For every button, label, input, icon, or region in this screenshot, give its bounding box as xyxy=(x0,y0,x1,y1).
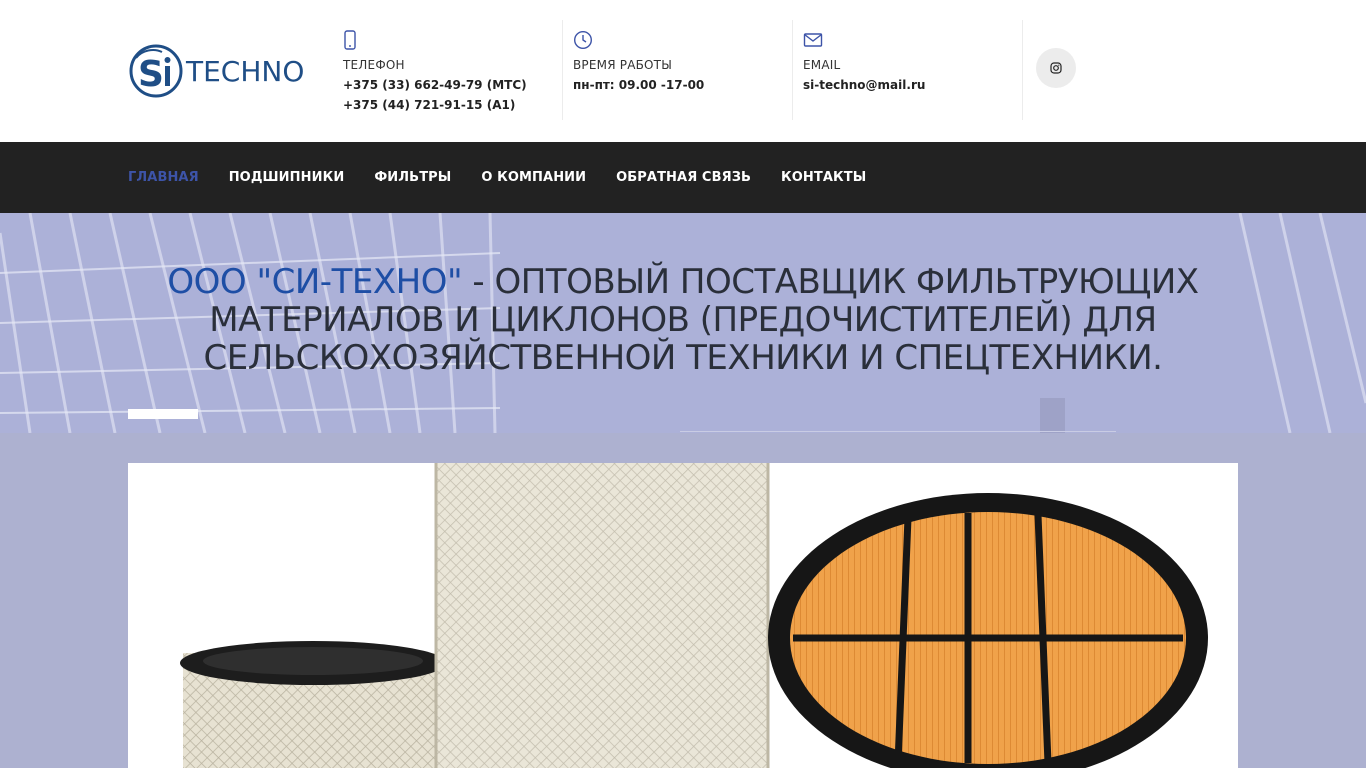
clock-icon xyxy=(573,30,593,50)
hero-title: ООО "СИ-ТЕХНО" - ОПТОВЫЙ ПОСТАВЩИК ФИЛЬТ… xyxy=(150,263,1216,377)
email-label: EMAIL xyxy=(803,58,841,72)
nav-item-feedback[interactable]: ОБРАТНАЯ СВЯЗЬ xyxy=(616,170,751,185)
hero-divider xyxy=(680,431,1116,432)
phone-label: ТЕЛЕФОН xyxy=(343,58,405,72)
phone-icon xyxy=(344,30,356,50)
logo-text: TECHNO xyxy=(186,54,305,88)
svg-text:S: S xyxy=(138,54,164,95)
phone-number-1[interactable]: +375 (33) 662-49-79 (МТС) xyxy=(343,78,562,92)
main-nav: ГЛАВНАЯ ПОДШИПНИКИ ФИЛЬТРЫ О КОМПАНИИ ОБ… xyxy=(0,142,1366,213)
nav-item-filters[interactable]: ФИЛЬТРЫ xyxy=(374,170,451,185)
hours-label: ВРЕМЯ РАБОТЫ xyxy=(573,58,672,72)
logo-mark-icon: S xyxy=(129,44,183,98)
site-logo[interactable]: S TECHNO xyxy=(128,40,318,102)
hero-banner: ООО "СИ-ТЕХНО" - ОПТОВЫЙ ПОСТАВЩИК ФИЛЬТ… xyxy=(0,213,1366,433)
instagram-button[interactable] xyxy=(1036,48,1076,88)
nav-item-about[interactable]: О КОМПАНИИ xyxy=(481,170,586,185)
nav-item-contacts[interactable]: КОНТАКТЫ xyxy=(781,170,866,185)
air-filters-photo xyxy=(128,463,1238,768)
email-block: EMAIL si-techno@mail.ru xyxy=(803,20,1023,120)
hero-accent-bar xyxy=(128,409,198,419)
hero-brand-name: ООО "СИ-ТЕХНО" xyxy=(167,262,463,302)
nav-item-bearings[interactable]: ПОДШИПНИКИ xyxy=(229,170,345,185)
site-header: S TECHNO ТЕЛЕФОН +375 (33) 662-49-79 (МТ… xyxy=(0,0,1366,142)
nav-list: ГЛАВНАЯ ПОДШИПНИКИ ФИЛЬТРЫ О КОМПАНИИ ОБ… xyxy=(128,142,896,213)
email-link[interactable]: si-techno@mail.ru xyxy=(803,78,1022,92)
hours-value: пн-пт: 09.00 -17-00 xyxy=(573,78,705,92)
product-image xyxy=(128,463,1238,768)
instagram-icon xyxy=(1050,62,1062,74)
nav-item-home[interactable]: ГЛАВНАЯ xyxy=(128,170,199,185)
phone-number-2[interactable]: +375 (44) 721-91-15 (А1) xyxy=(343,98,562,112)
phone-block: ТЕЛЕФОН +375 (33) 662-49-79 (МТС) +375 (… xyxy=(343,20,563,120)
hours-block: ВРЕМЯ РАБОТЫ пн-пт: 09.00 -17-00 xyxy=(573,20,793,120)
envelope-icon xyxy=(803,33,823,47)
